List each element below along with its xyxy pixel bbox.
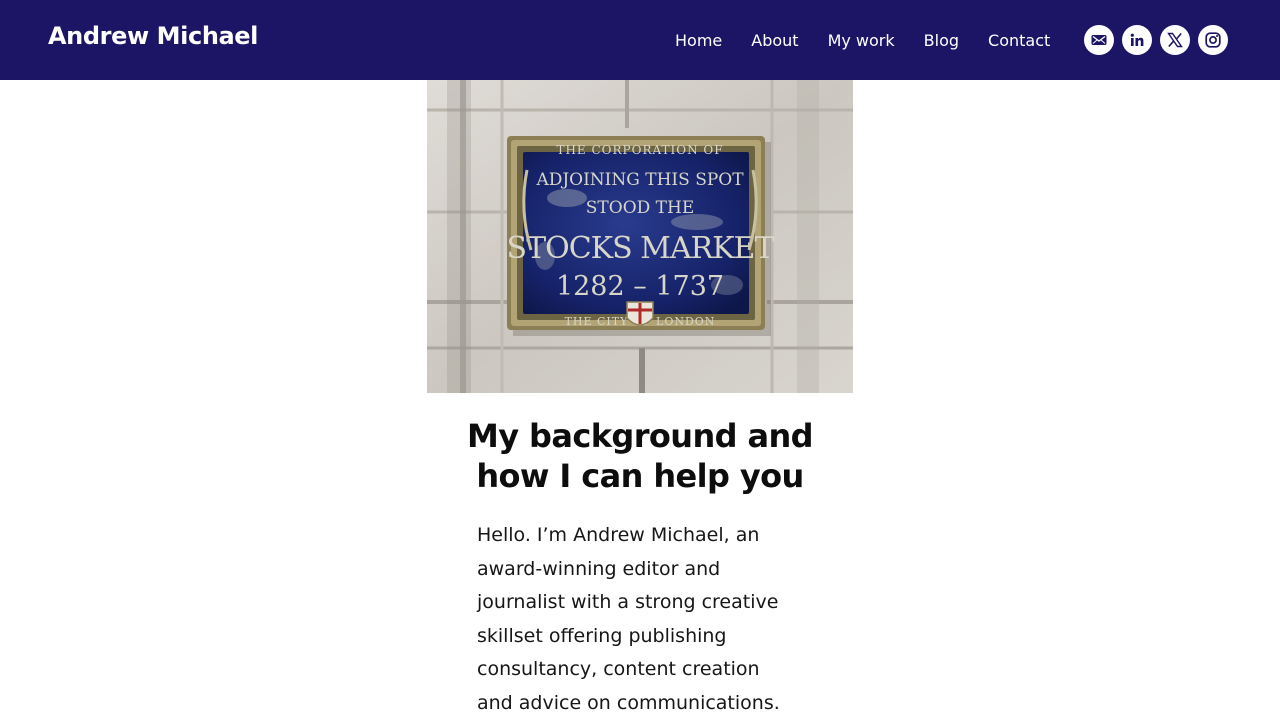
nav-about[interactable]: About: [736, 31, 812, 50]
hero-image: THE CORPORATION OF ADJOINING THIS SPOT S…: [427, 80, 853, 393]
intro-line: Hello. I’m Andrew Michael, an: [477, 524, 760, 546]
main-nav: Home About My work Blog Contact: [660, 0, 1064, 80]
nav-blog[interactable]: Blog: [909, 31, 973, 50]
heading-line-1: My background and: [467, 417, 814, 455]
email-icon: [1090, 31, 1108, 49]
instagram-link[interactable]: [1198, 25, 1228, 55]
intro-paragraph: Hello. I’m Andrew Michael, an award-winn…: [477, 519, 807, 720]
nav-my-work[interactable]: My work: [813, 31, 909, 50]
nav-contact[interactable]: Contact: [973, 31, 1064, 50]
linkedin-icon: [1128, 31, 1146, 49]
email-link[interactable]: [1084, 25, 1114, 55]
plaque-line-3: STOOD THE: [586, 198, 694, 218]
page-heading: My background and how I can help you: [440, 416, 840, 496]
linkedin-link[interactable]: [1122, 25, 1152, 55]
plaque-line-2: ADJOINING THIS SPOT: [535, 170, 744, 190]
plaque-line-4: STOCKS MARKET: [507, 231, 775, 266]
site-header: Andrew Michael Home About My work Blog C…: [0, 0, 1280, 80]
heading-line-2: how I can help you: [476, 457, 804, 495]
site-title-link[interactable]: Andrew Michael: [48, 22, 258, 50]
intro-line: skillset offering publishing: [477, 624, 727, 647]
intro-line: journalist with a strong creative: [477, 591, 779, 614]
instagram-icon: [1204, 31, 1222, 49]
social-links: [1084, 25, 1228, 55]
nav-home[interactable]: Home: [660, 31, 736, 50]
intro-line: and advice on communications.: [477, 691, 780, 714]
plaque-line-1: THE CORPORATION OF: [556, 143, 723, 157]
x-link[interactable]: [1160, 25, 1190, 55]
x-icon: [1166, 31, 1184, 49]
intro-line: award-winning editor and: [477, 557, 721, 580]
intro-line: consultancy, content creation: [477, 658, 760, 681]
plaque-line-5: 1282 – 1737: [556, 271, 724, 302]
